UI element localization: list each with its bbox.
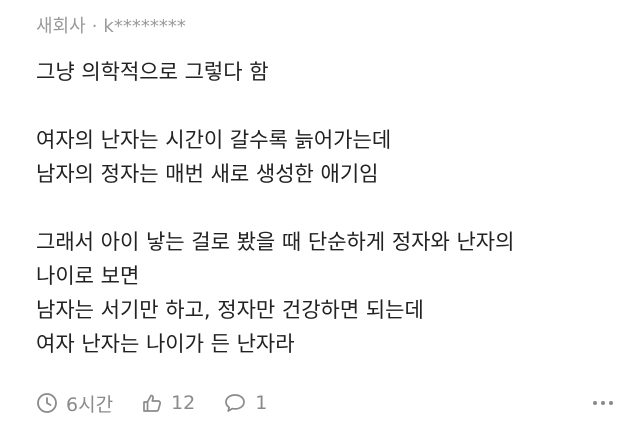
comment-line: 그래서 아이 낳는 걸로 봤을 때 단순하게 정자와 난자의 <box>36 230 515 254</box>
comment-line: 여자의 난자는 시간이 갈수록 늙어가는데 <box>36 128 392 152</box>
speech-bubble-icon <box>225 394 246 412</box>
comment-line: 남자의 정자는 매번 새로 생성한 애기임 <box>36 162 379 186</box>
reply-button[interactable]: 1 <box>223 392 267 414</box>
author-company: 새회사 <box>36 16 86 37</box>
comment-meta: 새회사 · k******** <box>36 14 186 40</box>
like-count: 12 <box>171 392 196 414</box>
thumbs-up-icon <box>143 394 162 412</box>
clock-icon <box>37 393 57 413</box>
comment-line: 여자 난자는 나이가 든 난자라 <box>36 332 295 356</box>
comment-blank-line <box>36 191 616 225</box>
comment-line: 나이로 보면 <box>36 264 140 288</box>
comment-body: 그냥 의학적으로 그렇다 함 여자의 난자는 시간이 갈수록 늙어가는데 남자의… <box>36 55 616 361</box>
comment-line: 남자는 서기만 하고, 정자만 건강하면 되는데 <box>36 298 424 322</box>
more-dots-icon <box>593 401 613 405</box>
reply-count: 1 <box>255 392 268 414</box>
comment-footer: 6시간 12 1 <box>36 386 614 420</box>
like-button[interactable]: 12 <box>141 392 195 414</box>
author-id: k******** <box>103 16 186 37</box>
comment-line: 그냥 의학적으로 그렇다 함 <box>36 60 269 84</box>
comment-blank-line <box>36 89 616 123</box>
time-label: 6시간 <box>66 393 114 416</box>
comment-card: 새회사 · k******** 그냥 의학적으로 그렇다 함 여자의 난자는 시간이… <box>0 0 640 423</box>
meta-separator: · <box>91 16 98 37</box>
time-indicator: 6시간 <box>36 390 113 417</box>
more-options-button[interactable] <box>592 398 614 408</box>
